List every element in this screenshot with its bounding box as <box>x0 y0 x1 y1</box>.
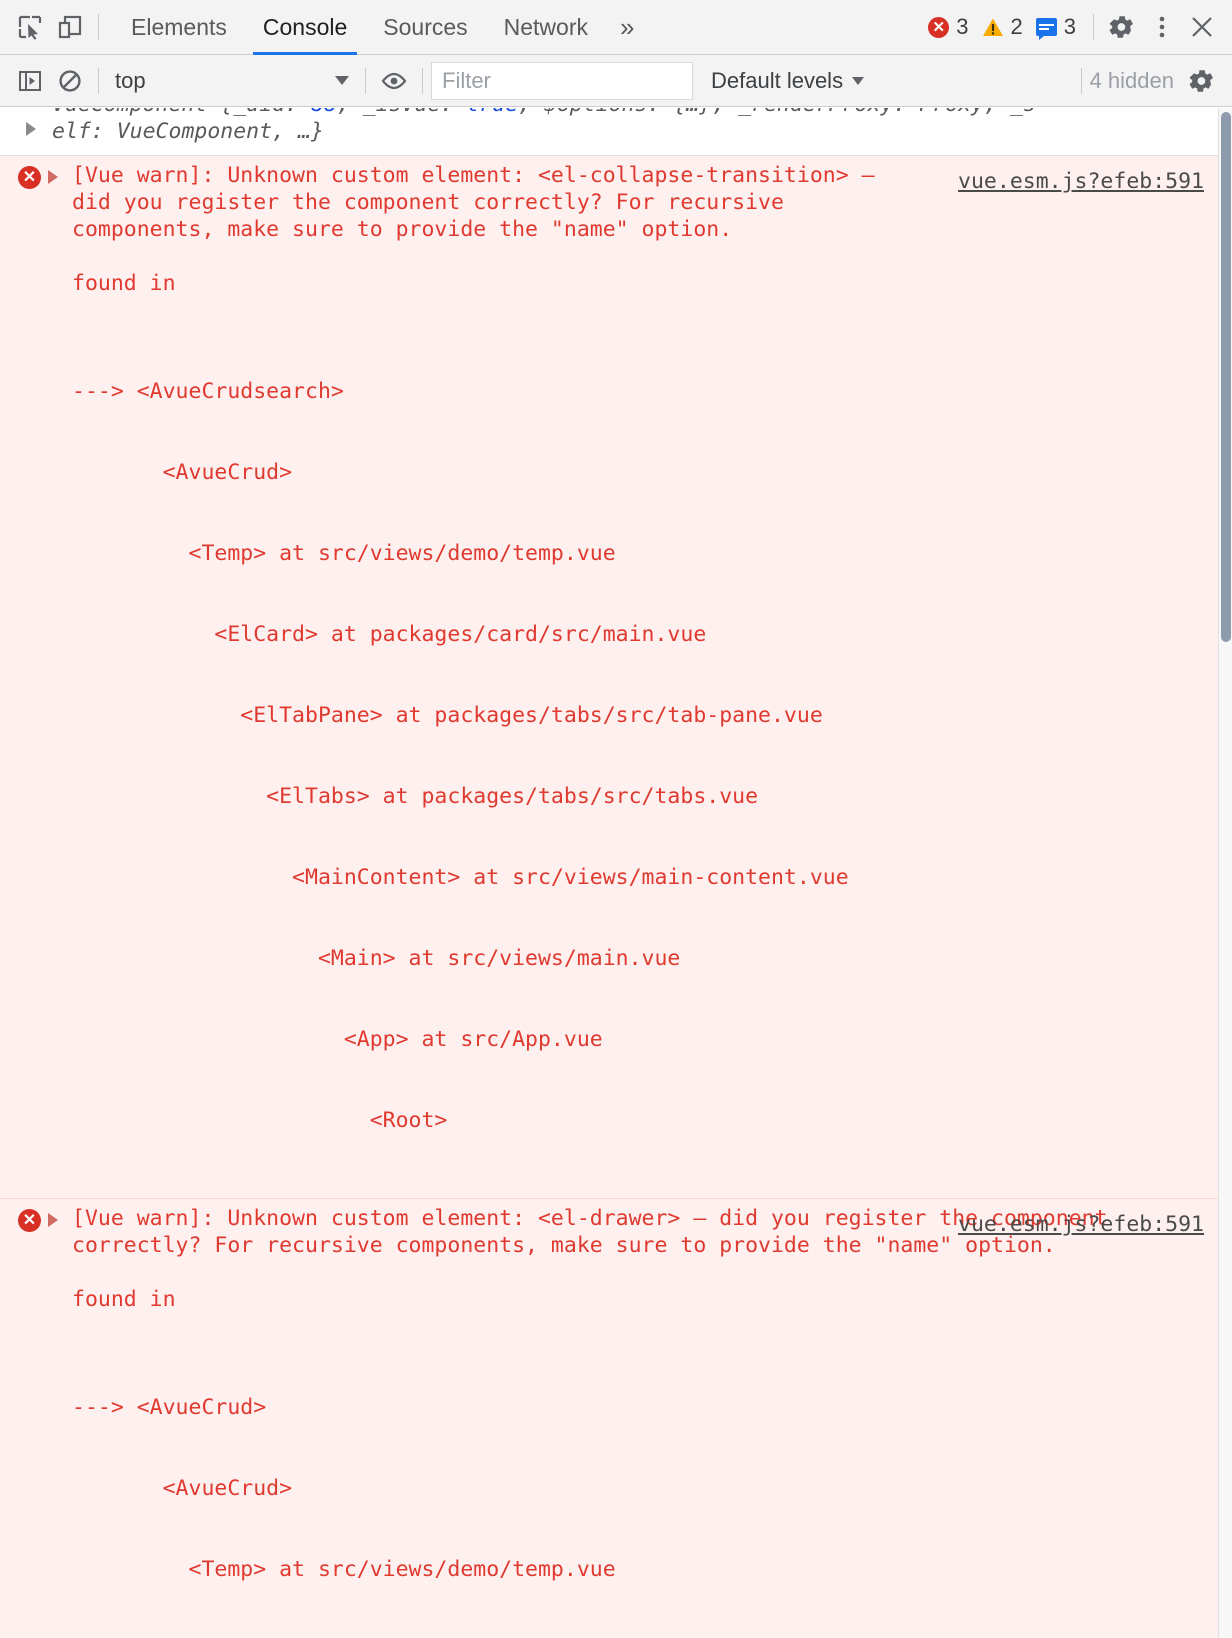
filterbar-divider-2 <box>365 67 366 94</box>
log-levels-label: Default levels <box>711 67 844 93</box>
console-entry-error[interactable]: ✕ [Vue warn]: Unknown custom element: <e… <box>0 156 1232 1199</box>
console-entry-error[interactable]: ✕ [Vue warn]: Unknown custom element: <e… <box>0 1199 1232 1638</box>
warning-count: 2 <box>1010 14 1023 39</box>
warning-triangle-icon <box>982 17 1004 38</box>
kebab-menu-icon[interactable] <box>1142 7 1182 47</box>
error-count: 3 <box>956 14 969 39</box>
more-tabs-chevron-icon[interactable]: » <box>606 0 648 55</box>
error-circle-icon: ✕ <box>18 166 42 190</box>
filterbar-divider-1 <box>98 67 99 94</box>
stack-line: ---> <AvueCrudsearch> <box>72 379 344 404</box>
filterbar-divider-4 <box>1080 67 1082 94</box>
toolbar-divider <box>98 14 99 40</box>
stack-line: <Temp> at src/views/demo/temp.vue <box>72 1557 616 1582</box>
gear-icon[interactable] <box>1102 7 1142 47</box>
stack-line: <App> at src/App.vue <box>72 1027 603 1052</box>
object-preview-line2: elf: VueComponent, …} <box>52 119 324 144</box>
stack-line: ---> <AvueCrud> <box>72 1395 267 1420</box>
chevron-down-icon <box>852 76 865 85</box>
stack-line: <Root> <box>72 1108 448 1133</box>
error-circle-icon: ✕ <box>928 16 950 38</box>
message-bubble-icon <box>1035 18 1057 40</box>
live-expression-eye-icon[interactable] <box>374 61 414 101</box>
scrollbar-thumb[interactable] <box>1221 112 1231 642</box>
component-stack: ---> <AvueCrudsearch> <AvueCrud> <Temp> … <box>72 324 1218 1188</box>
console-scrollbar[interactable] <box>1218 108 1232 1638</box>
object-preview-prefix: VueComponent {_uid: <box>52 108 311 117</box>
console-message-list[interactable]: VueComponent {_uid: 88, _isVue: true, $o… <box>0 108 1232 1638</box>
found-in-label: found in <box>72 271 176 296</box>
warning-counter[interactable]: 2 <box>977 14 1028 40</box>
device-toolbar-icon[interactable] <box>50 7 90 47</box>
object-preview-mid2: , $options: {…}, _renderProxy: Proxy, _s <box>518 108 1036 117</box>
message-counter[interactable]: 3 <box>1031 14 1081 40</box>
stack-line: <AvueCrud> <box>72 460 293 485</box>
devtools-tabbar: Elements Console Sources Network » ✕ 3 2… <box>0 0 1232 55</box>
tab-sources[interactable]: Sources <box>365 0 485 55</box>
filter-input[interactable] <box>431 61 693 100</box>
hidden-messages-count[interactable]: 4 hidden <box>1090 68 1174 94</box>
panel-tabs: Elements Console Sources Network » <box>113 0 648 55</box>
counters-divider <box>1093 14 1094 40</box>
stack-line: <ElTabs> at packages/tabs/src/tabs.vue <box>72 784 759 809</box>
stack-line: <Temp> at src/views/demo/temp.vue <box>72 541 616 566</box>
object-preview-uid: 88 <box>311 108 337 117</box>
object-preview-bool: true <box>466 108 518 117</box>
log-levels-select[interactable]: Default levels <box>711 67 865 94</box>
message-count: 3 <box>1063 14 1076 39</box>
console-sidebar-icon[interactable] <box>10 61 50 101</box>
clear-console-icon[interactable] <box>50 61 90 101</box>
execution-context-select[interactable]: top <box>107 64 357 98</box>
component-stack: ---> <AvueCrud> <AvueCrud> <Temp> at src… <box>72 1340 1218 1638</box>
chevron-down-icon <box>335 76 349 85</box>
expand-arrow-icon[interactable] <box>26 122 36 136</box>
stack-line: <AvueCrud> <box>72 1476 293 1501</box>
issue-counters: ✕ 3 2 3 <box>923 14 1081 40</box>
error-circle-icon: ✕ <box>18 1209 42 1233</box>
source-link[interactable]: vue.esm.js?efeb:591 <box>958 168 1204 195</box>
tab-console[interactable]: Console <box>245 0 365 55</box>
stack-line: <ElTabPane> at packages/tabs/src/tab-pan… <box>72 703 823 728</box>
console-entry-object-preview[interactable]: VueComponent {_uid: 88, _isVue: true, $o… <box>0 108 1232 156</box>
stack-line: <ElCard> at packages/card/src/main.vue <box>72 622 707 647</box>
console-settings-gear-icon[interactable] <box>1182 61 1222 101</box>
inspect-element-icon[interactable] <box>10 7 50 47</box>
object-preview-mid1: , _isVue: <box>337 108 466 117</box>
close-icon[interactable] <box>1182 7 1222 47</box>
devtools-window: Elements Console Sources Network » ✕ 3 2… <box>0 0 1232 1638</box>
stack-line: <Main> at src/views/main.vue <box>72 946 681 971</box>
source-link[interactable]: vue.esm.js?efeb:591 <box>958 1211 1204 1238</box>
tab-network[interactable]: Network <box>486 0 606 55</box>
error-counter[interactable]: ✕ 3 <box>923 14 973 40</box>
console-filterbar: top Default levels 4 hidden <box>0 55 1232 107</box>
execution-context-label: top <box>115 67 146 93</box>
stack-line: <MainContent> at src/views/main-content.… <box>72 865 849 890</box>
found-in-label: found in <box>72 1287 176 1312</box>
filterbar-divider-3 <box>422 67 423 94</box>
tab-elements[interactable]: Elements <box>113 0 245 55</box>
